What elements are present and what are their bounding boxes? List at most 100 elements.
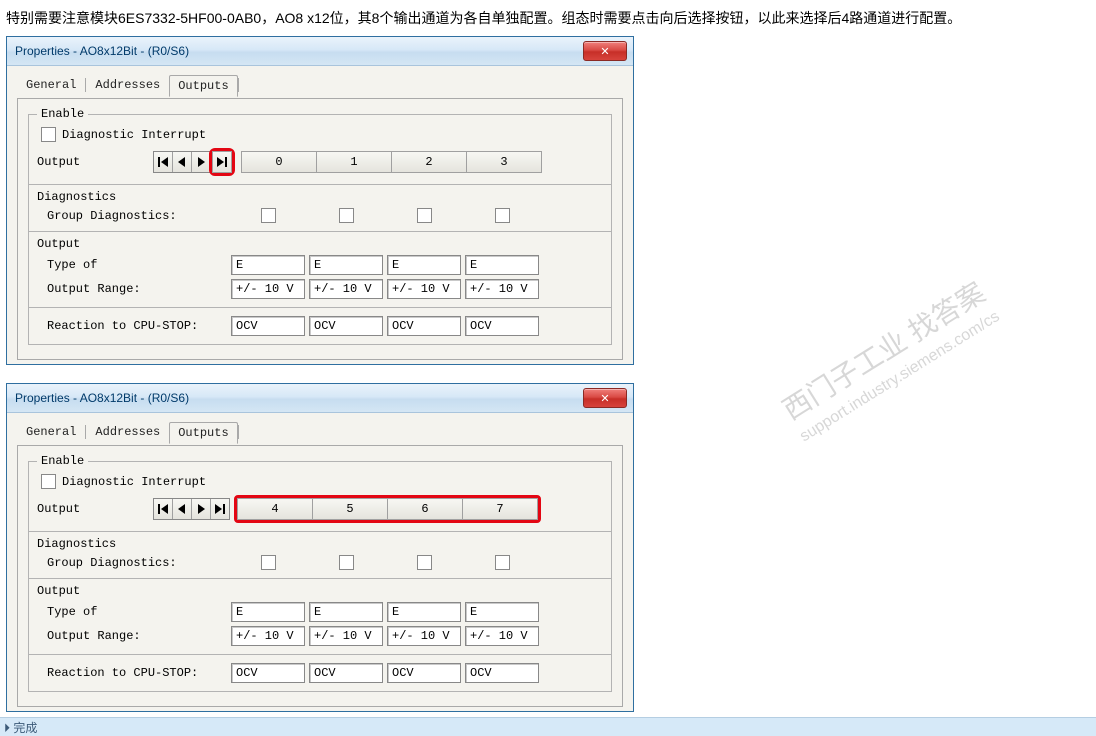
window-title: Properties - AO8x12Bit - (R0/S6) [15, 391, 189, 405]
reaction-1[interactable]: OCV [309, 316, 383, 336]
output-range-3[interactable]: +/- 10 V [465, 279, 539, 299]
tab-outputs[interactable]: Outputs [169, 75, 237, 97]
output-nav-row: Output 0 1 2 3 [37, 148, 603, 176]
titlebar: Properties - AO8x12Bit - (R0/S6) ✕ [7, 37, 633, 66]
reaction-2[interactable]: OCV [387, 316, 461, 336]
reaction-5[interactable]: OCV [309, 663, 383, 683]
output-range-6[interactable]: +/- 10 V [387, 626, 461, 646]
diag-heading: Diagnostics [37, 190, 603, 204]
output-range-7[interactable]: +/- 10 V [465, 626, 539, 646]
first-icon[interactable] [154, 499, 173, 519]
group-diag-chk-1[interactable] [339, 208, 354, 223]
tab-sep [238, 78, 239, 92]
diag-interrupt-checkbox[interactable] [41, 474, 56, 489]
first-icon[interactable] [154, 152, 173, 172]
output-fieldset: Output Type of E E E E Output Range: +/-… [28, 578, 612, 692]
outputs-panel: Enable Diagnostic Interrupt Output 4 [17, 445, 623, 707]
type-of-4[interactable]: E [231, 602, 305, 622]
watermark-line1: 西门子工业 找答案 [775, 273, 992, 429]
last-icon[interactable] [212, 151, 232, 173]
next-icon[interactable] [192, 499, 211, 519]
status-bar: ⏵ 完成 [0, 717, 1096, 736]
group-diag-chk-7[interactable] [495, 555, 510, 570]
type-of-5[interactable]: E [309, 602, 383, 622]
reaction-label: Reaction to CPU-STOP: [37, 319, 227, 333]
highlight-last-nav [209, 148, 235, 176]
tab-outputs[interactable]: Outputs [169, 422, 237, 444]
diag-interrupt-label: Diagnostic Interrupt [62, 128, 206, 142]
properties-dialog-1: Properties - AO8x12Bit - (R0/S6) ✕ Gener… [6, 36, 634, 365]
type-of-3[interactable]: E [465, 255, 539, 275]
type-of-label: Type of [37, 258, 227, 272]
channel-2-button[interactable]: 2 [392, 151, 467, 173]
channel-7-button[interactable]: 7 [463, 498, 538, 520]
tab-general[interactable]: General [17, 421, 85, 443]
output-label: Output [37, 502, 153, 516]
channel-buttons: 0 1 2 3 [241, 151, 542, 173]
diag-heading: Diagnostics [37, 537, 603, 551]
group-diag-chk-3[interactable] [495, 208, 510, 223]
diag-fieldset: Diagnostics Group Diagnostics: [28, 184, 612, 232]
diag-fieldset: Diagnostics Group Diagnostics: [28, 531, 612, 579]
watermark: 西门子工业 找答案 support.industry.siemens.com/c… [775, 273, 1004, 448]
output-range-2[interactable]: +/- 10 V [387, 279, 461, 299]
group-diag-label: Group Diagnostics: [37, 556, 227, 570]
channel-4-button[interactable]: 4 [237, 498, 313, 520]
type-of-6[interactable]: E [387, 602, 461, 622]
titlebar: Properties - AO8x12Bit - (R0/S6) ✕ [7, 384, 633, 413]
channel-6-button[interactable]: 6 [388, 498, 463, 520]
group-diag-chk-0[interactable] [261, 208, 276, 223]
group-diag-chk-2[interactable] [417, 208, 432, 223]
channel-3-button[interactable]: 3 [467, 151, 542, 173]
output-range-1[interactable]: +/- 10 V [309, 279, 383, 299]
prev-icon[interactable] [173, 152, 192, 172]
tab-addresses[interactable]: Addresses [86, 421, 169, 443]
output-range-label: Output Range: [37, 629, 227, 643]
reaction-3[interactable]: OCV [465, 316, 539, 336]
enable-fieldset: Enable Diagnostic Interrupt Output 4 [28, 454, 612, 532]
output-range-5[interactable]: +/- 10 V [309, 626, 383, 646]
close-icon: ✕ [600, 45, 609, 58]
tab-general[interactable]: General [17, 74, 85, 96]
type-of-0[interactable]: E [231, 255, 305, 275]
group-diag-chk-4[interactable] [261, 555, 276, 570]
dialog-body: General Addresses Outputs Enable Diagnos… [7, 66, 633, 364]
type-of-2[interactable]: E [387, 255, 461, 275]
channel-0-button[interactable]: 0 [241, 151, 317, 173]
diag-grid: Group Diagnostics: [37, 555, 603, 570]
output-heading: Output [37, 237, 603, 251]
output-range-0[interactable]: +/- 10 V [231, 279, 305, 299]
group-diag-chk-6[interactable] [417, 555, 432, 570]
last-icon[interactable] [211, 499, 229, 519]
dialog-body: General Addresses Outputs Enable Diagnos… [7, 413, 633, 711]
reaction-7[interactable]: OCV [465, 663, 539, 683]
group-diag-label: Group Diagnostics: [37, 209, 227, 223]
channel-1-button[interactable]: 1 [317, 151, 392, 173]
type-of-1[interactable]: E [309, 255, 383, 275]
prev-icon[interactable] [173, 499, 192, 519]
output-label: Output [37, 155, 153, 169]
reaction-0[interactable]: OCV [231, 316, 305, 336]
nav-button-group [153, 498, 230, 520]
reaction-4[interactable]: OCV [231, 663, 305, 683]
tab-addresses[interactable]: Addresses [86, 74, 169, 96]
enable-fieldset: Enable Diagnostic Interrupt Output [28, 107, 612, 185]
output-range-4[interactable]: +/- 10 V [231, 626, 305, 646]
close-button[interactable]: ✕ [583, 388, 627, 408]
type-of-7[interactable]: E [465, 602, 539, 622]
output-grid: Type of E E E E Output Range: +/- 10 V +… [37, 255, 603, 299]
nav-button-group [153, 151, 211, 173]
enable-legend: Enable [37, 107, 88, 121]
reaction-6[interactable]: OCV [387, 663, 461, 683]
close-button[interactable]: ✕ [583, 41, 627, 61]
tabstrip: General Addresses Outputs [17, 74, 623, 96]
diag-interrupt-label: Diagnostic Interrupt [62, 475, 206, 489]
group-diag-chk-5[interactable] [339, 555, 354, 570]
next-icon[interactable] [192, 152, 210, 172]
diag-interrupt-checkbox[interactable] [41, 127, 56, 142]
reaction-grid: Reaction to CPU-STOP: OCV OCV OCV OCV [37, 663, 603, 683]
type-of-label: Type of [37, 605, 227, 619]
highlight-channels-47: 4 5 6 7 [234, 495, 541, 523]
channel-5-button[interactable]: 5 [313, 498, 388, 520]
status-text: ⏵ 完成 [4, 719, 37, 736]
